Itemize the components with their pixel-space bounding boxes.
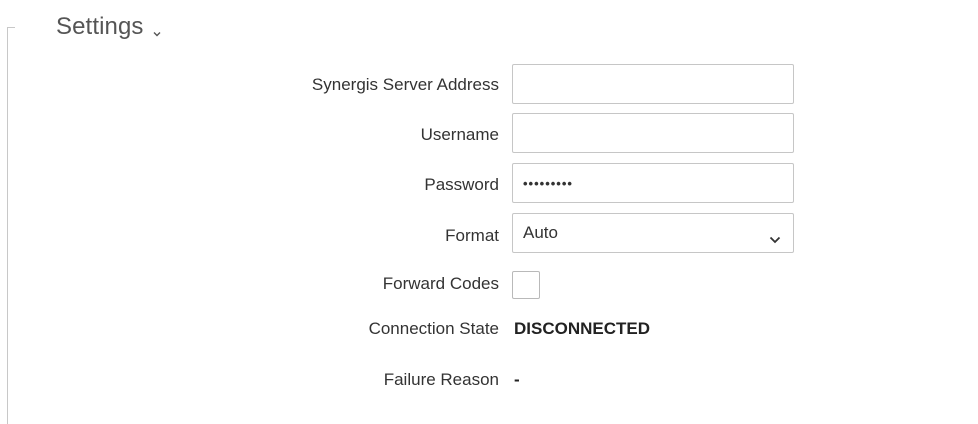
- failure-reason-value: -: [514, 370, 520, 389]
- chevron-down-icon: [153, 25, 161, 37]
- settings-section-toggle[interactable]: Settings: [56, 10, 161, 44]
- section-title: Settings: [56, 13, 144, 40]
- username-input[interactable]: [512, 113, 794, 153]
- username-label: Username: [420, 125, 499, 144]
- forward-codes-checkbox[interactable]: [512, 271, 540, 299]
- section-frame-top: [7, 27, 15, 28]
- format-selected-value: Auto: [523, 223, 558, 242]
- connection-state-value: DISCONNECTED: [514, 319, 651, 338]
- section-frame-left: [7, 27, 8, 424]
- chevron-down-icon: [769, 229, 781, 244]
- server-address-label: Synergis Server Address: [311, 75, 499, 94]
- forward-codes-label: Forward Codes: [382, 274, 499, 293]
- format-select[interactable]: Auto: [512, 213, 794, 253]
- server-address-input[interactable]: [512, 64, 794, 104]
- format-label: Format: [445, 226, 499, 245]
- password-input[interactable]: [512, 163, 794, 203]
- password-label: Password: [424, 175, 499, 194]
- connection-state-label: Connection State: [368, 319, 499, 338]
- failure-reason-label: Failure Reason: [383, 370, 499, 389]
